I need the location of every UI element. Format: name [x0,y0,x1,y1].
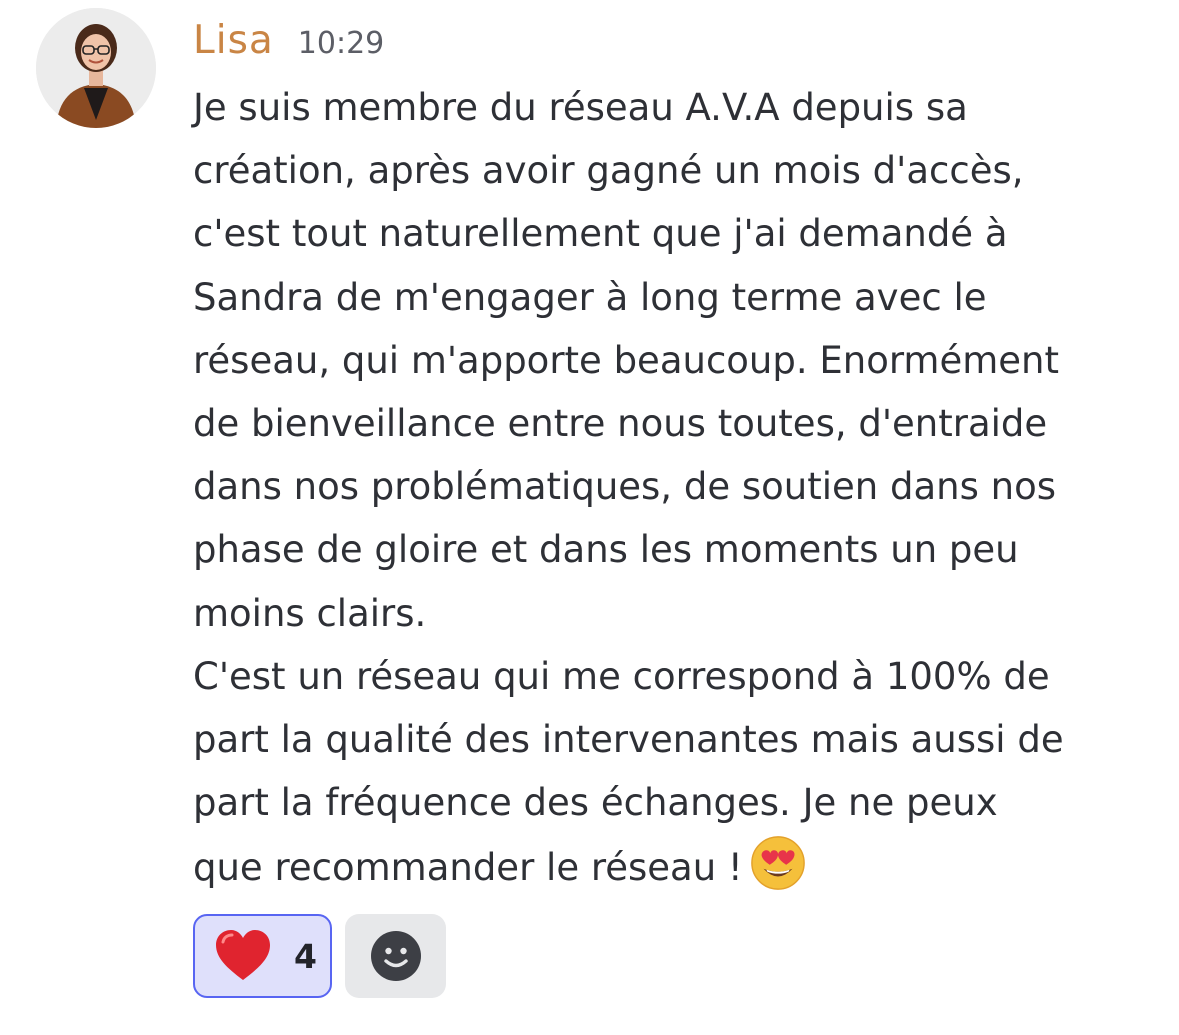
add-reaction-button[interactable] [345,914,446,998]
message-line: C'est un réseau qui me correspond à 100%… [193,654,1050,698]
message-line: de bienveillance entre nous toutes, d'en… [193,402,1048,446]
user-avatar[interactable] [36,8,156,128]
message-line: dans nos problématiques, de soutien dans… [193,465,1056,509]
chat-message: Lisa 10:29 Je suis membre du réseau A.V.… [0,0,1179,1035]
message-line: création, après avoir gagné un mois d'ac… [193,149,1024,193]
author-name[interactable]: Lisa [193,18,274,63]
avatar-photo [36,8,156,128]
message-line: part la fréquence des échanges. Je ne pe… [193,781,998,825]
message-line: phase de gloire et dans les moments un p… [193,528,1019,572]
message-line: Sandra de m'engager à long terme avec le [193,275,987,319]
message-line-text: que recommander le réseau ! [193,846,743,890]
reaction-heart-button[interactable]: 4 [193,914,332,998]
message-line: c'est tout naturellement que j'ai demand… [193,212,1008,256]
message-line: Je suis membre du réseau A.V.A depuis sa [193,86,968,129]
reaction-count: 4 [294,936,317,976]
message-line-last: que recommander le réseau ! [193,834,1168,899]
message-body: Je suis membre du réseau A.V.A depuis sa… [193,76,1168,900]
heart-eyes-emoji-icon [750,836,805,891]
message-timestamp: 10:29 [297,26,385,61]
message-line: réseau, qui m'apporte beaucoup. Enorméme… [193,338,1059,382]
message-line: part la qualité des intervenantes mais a… [193,718,1064,762]
reaction-bar: 4 [193,914,446,998]
message-header: Lisa 10:29 [193,18,384,68]
message-line: moins clairs. [193,591,427,635]
red-heart-icon [216,930,270,980]
add-reaction-icon [370,931,421,981]
